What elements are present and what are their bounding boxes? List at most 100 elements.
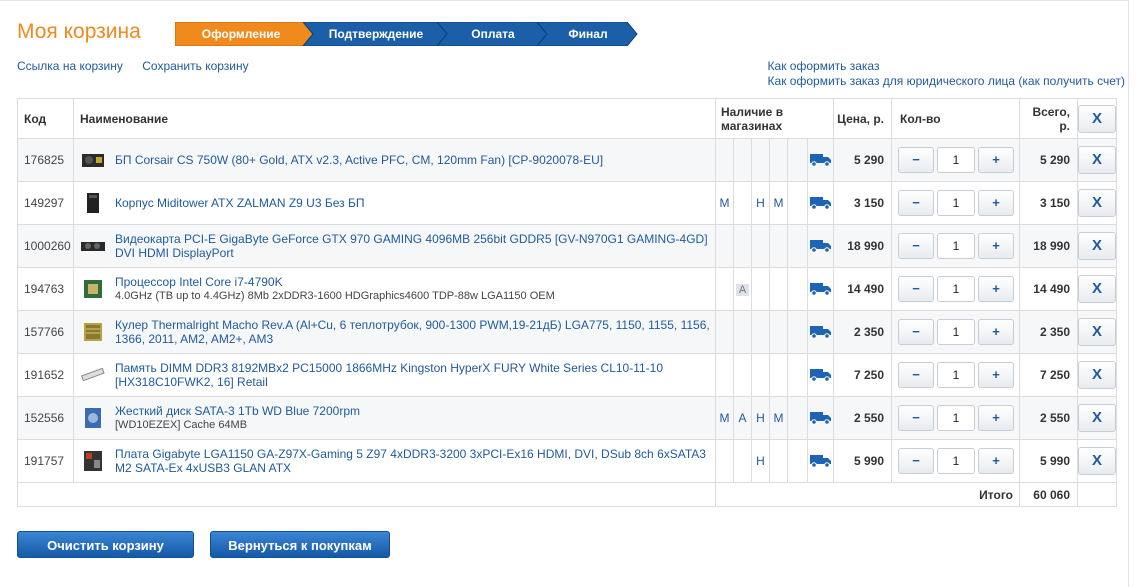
- item-name-link[interactable]: Плата Gigabyte LGA1150 GA-Z97X-Gaming 5 …: [115, 447, 706, 475]
- delete-item-button[interactable]: X: [1078, 361, 1116, 389]
- qty-input[interactable]: 1: [937, 147, 975, 173]
- item-name-cell: Корпус Miditower ATX ZALMAN Z9 U3 Без БП: [73, 181, 716, 225]
- qty-increase-button[interactable]: +: [978, 147, 1014, 173]
- product-thumbnail-icon[interactable]: [80, 192, 106, 214]
- cart-table: Код Наименование Наличие в магазинах Цен…: [17, 98, 1117, 507]
- item-name-link[interactable]: Процессор Intel Core i7-4790K: [115, 275, 283, 289]
- qty-input[interactable]: 1: [937, 190, 975, 216]
- qty-input[interactable]: 1: [937, 448, 975, 474]
- total-spacer: [17, 482, 716, 507]
- delete-all-button[interactable]: X: [1078, 104, 1116, 133]
- item-name-cell: Кулер Thermalright Macho Rev.A (Al+Cu, 6…: [73, 310, 716, 354]
- delete-item-button[interactable]: X: [1078, 189, 1116, 217]
- delivery-truck-icon[interactable]: [809, 454, 832, 471]
- qty-increase-button[interactable]: +: [978, 190, 1014, 216]
- item-total: 2 550: [1019, 396, 1078, 440]
- delivery-cell: [807, 396, 834, 440]
- item-qty-cell: −1 +: [891, 310, 1020, 354]
- qty-input[interactable]: 1: [937, 362, 975, 388]
- step-confirmation[interactable]: Подтверждение: [309, 22, 443, 46]
- store-cell: [787, 353, 808, 397]
- delivery-truck-icon[interactable]: [809, 239, 832, 256]
- store-cell: М: [715, 396, 734, 440]
- qty-decrease-button[interactable]: −: [898, 319, 934, 345]
- how-to-order-link[interactable]: Как оформить заказ: [768, 59, 1125, 74]
- delete-item-button[interactable]: X: [1078, 275, 1116, 303]
- step-checkout[interactable]: Оформление: [175, 22, 307, 46]
- qty-increase-button[interactable]: +: [978, 362, 1014, 388]
- store-cell: [733, 353, 752, 397]
- delivery-truck-icon[interactable]: [809, 196, 832, 213]
- delete-item-button[interactable]: X: [1078, 146, 1116, 174]
- delivery-truck-icon[interactable]: [809, 282, 832, 299]
- item-code: 191652: [17, 353, 74, 397]
- delete-item-button[interactable]: X: [1078, 404, 1116, 432]
- item-code: 194763: [17, 267, 74, 311]
- delete-item-button[interactable]: X: [1078, 318, 1116, 346]
- qty-increase-button[interactable]: +: [978, 319, 1014, 345]
- total-label: Итого: [715, 482, 1020, 507]
- store-cell: [787, 138, 808, 182]
- delete-item-button[interactable]: X: [1078, 232, 1116, 260]
- item-name-link[interactable]: Корпус Miditower ATX ZALMAN Z9 U3 Без БП: [115, 196, 364, 210]
- store-cell: [733, 138, 752, 182]
- item-qty-cell: −1 +: [891, 396, 1020, 440]
- delivery-truck-icon[interactable]: [809, 153, 832, 170]
- step-payment[interactable]: Оплата: [443, 22, 543, 46]
- cart-row: 194763 Процессор Intel Core i7-4790K 4.0GH…: [17, 267, 1117, 311]
- cart-row: 1000260 Видеокарта PCI-E GigaByte GeForce…: [17, 224, 1117, 268]
- qty-decrease-button[interactable]: −: [898, 362, 934, 388]
- item-name-link[interactable]: Видеокарта PCI-E GigaByte GeForce GTX 97…: [115, 232, 708, 260]
- qty-increase-button[interactable]: +: [978, 276, 1014, 302]
- item-total: 18 990: [1019, 224, 1078, 268]
- qty-input[interactable]: 1: [937, 233, 975, 259]
- item-total: 14 490: [1019, 267, 1078, 311]
- back-to-shopping-button[interactable]: Вернуться к покупкам: [210, 531, 390, 558]
- item-name-link[interactable]: Жесткий диск SATA-3 1Tb WD Blue 7200rpm: [115, 404, 360, 418]
- cart-link[interactable]: Ссылка на корзину: [17, 59, 123, 73]
- item-name-link[interactable]: БП Corsair CS 750W (80+ Gold, ATX v2.3, …: [115, 153, 603, 167]
- item-name-link[interactable]: Память DIMM DDR3 8192MBx2 PC15000 1866MH…: [115, 361, 663, 389]
- product-thumbnail-icon[interactable]: [80, 450, 106, 472]
- qty-increase-button[interactable]: +: [978, 448, 1014, 474]
- save-cart-link[interactable]: Сохранить корзину: [142, 59, 248, 73]
- delivery-cell: [807, 224, 834, 268]
- total-empty: [1077, 482, 1117, 507]
- qty-increase-button[interactable]: +: [978, 405, 1014, 431]
- product-thumbnail-icon[interactable]: [80, 149, 106, 171]
- product-thumbnail-icon[interactable]: [80, 321, 106, 343]
- qty-decrease-button[interactable]: −: [898, 405, 934, 431]
- store-cell: [715, 224, 734, 268]
- delivery-truck-icon[interactable]: [809, 411, 832, 428]
- qty-decrease-button[interactable]: −: [898, 233, 934, 259]
- item-name-block: Плата Gigabyte LGA1150 GA-Z97X-Gaming 5 …: [115, 447, 715, 475]
- qty-decrease-button[interactable]: −: [898, 190, 934, 216]
- qty-input[interactable]: 1: [937, 405, 975, 431]
- product-thumbnail-icon[interactable]: [80, 278, 106, 300]
- product-thumbnail-icon[interactable]: [80, 407, 106, 429]
- delivery-truck-icon[interactable]: [809, 368, 832, 385]
- delete-item-button[interactable]: X: [1078, 447, 1116, 475]
- how-to-order-legal-link[interactable]: Как оформить заказ для юридического лица…: [768, 74, 1125, 89]
- item-name-block: Видеокарта PCI-E GigaByte GeForce GTX 97…: [115, 232, 715, 260]
- qty-input[interactable]: 1: [937, 276, 975, 302]
- qty-input[interactable]: 1: [937, 319, 975, 345]
- store-cell: [769, 353, 788, 397]
- qty-increase-button[interactable]: +: [978, 233, 1014, 259]
- item-delete-cell: X: [1077, 267, 1117, 311]
- qty-decrease-button[interactable]: −: [898, 147, 934, 173]
- checkout-steps: Оформление Подтверждение Оплата Финал: [175, 22, 639, 46]
- delivery-truck-icon[interactable]: [809, 325, 832, 342]
- product-thumbnail-icon[interactable]: [80, 235, 106, 257]
- step-final[interactable]: Финал: [543, 22, 633, 46]
- store-cell: [751, 310, 770, 354]
- item-qty-cell: −1 +: [891, 439, 1020, 483]
- qty-decrease-button[interactable]: −: [898, 448, 934, 474]
- qty-decrease-button[interactable]: −: [898, 276, 934, 302]
- product-thumbnail-icon[interactable]: [80, 364, 106, 386]
- item-name-block: БП Corsair CS 750W (80+ Gold, ATX v2.3, …: [115, 153, 715, 167]
- store-cell: Н: [751, 439, 770, 483]
- clear-cart-button[interactable]: Очистить корзину: [17, 531, 194, 558]
- item-total: 7 250: [1019, 353, 1078, 397]
- item-name-link[interactable]: Кулер Thermalright Macho Rev.A (Al+Cu, 6…: [115, 318, 710, 346]
